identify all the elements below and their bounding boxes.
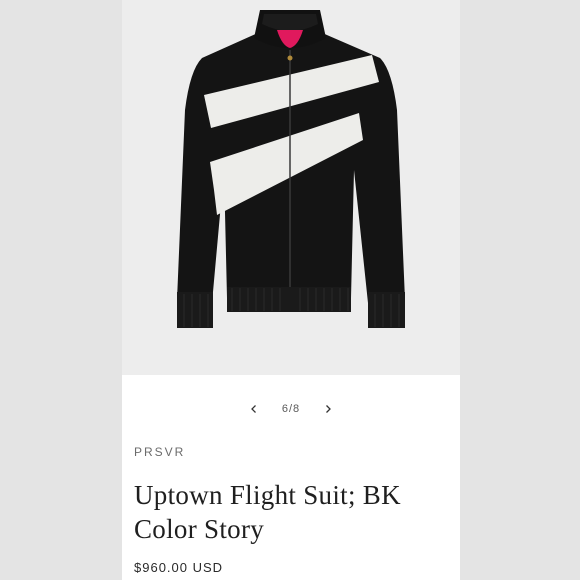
product-image[interactable]	[122, 0, 460, 375]
product-title: Uptown Flight Suit; BK Color Story	[134, 480, 401, 544]
chevron-left-icon	[250, 405, 256, 413]
right-background	[460, 0, 580, 580]
previous-image-button[interactable]	[240, 396, 268, 422]
chevron-right-icon	[326, 405, 332, 413]
product-card: 6/8 PRSVR Uptown Flight Suit; BK Color S…	[122, 0, 460, 580]
product-vendor: PRSVR	[134, 445, 186, 459]
left-background	[0, 0, 122, 580]
product-price: $960.00 USD	[134, 560, 224, 575]
jacket-illustration	[177, 10, 405, 328]
gallery-pager: 6/8	[122, 396, 460, 422]
gallery-counter: 6/8	[281, 403, 301, 415]
next-image-button[interactable]	[314, 396, 342, 422]
